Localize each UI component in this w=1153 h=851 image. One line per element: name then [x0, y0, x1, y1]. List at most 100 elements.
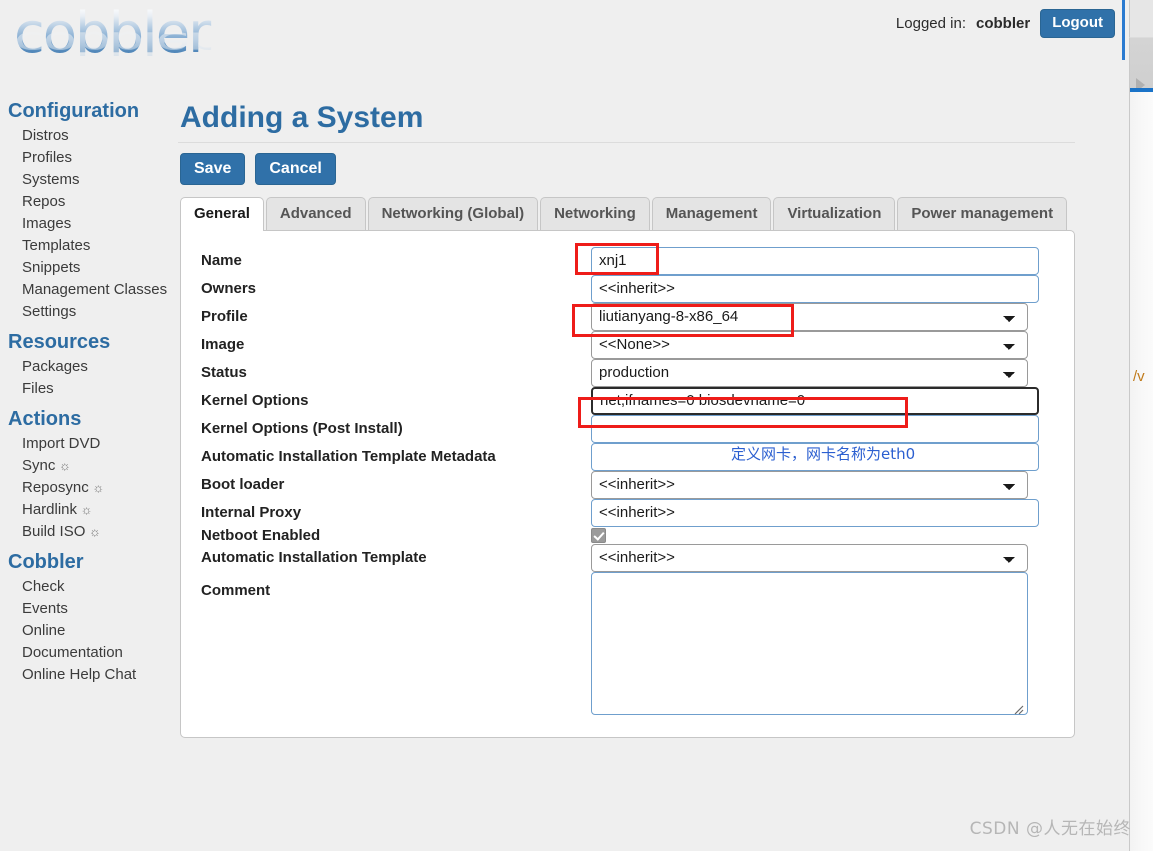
- login-bar: Logged in: cobbler Logout: [896, 9, 1115, 38]
- sidebar-item-events[interactable]: Events: [22, 598, 178, 620]
- label-image: Image: [201, 336, 245, 354]
- form-row-name: Name: [201, 246, 1054, 275]
- page-root: /v cobbler cobbler Logged in: cobbler Lo…: [0, 0, 1153, 851]
- sun-icon: ☼: [55, 458, 71, 473]
- sidebar-item-online[interactable]: Online: [22, 620, 178, 642]
- sidebar-item-label: Repos: [22, 193, 66, 210]
- kernel-options-input[interactable]: [591, 386, 1039, 415]
- sidebar-item-build-iso[interactable]: Build ISO ☼: [22, 521, 178, 543]
- label-auto-install-metadata: Automatic Installation Template Metadata: [201, 448, 496, 466]
- tab-power-management[interactable]: Power management: [897, 197, 1068, 230]
- boot-loader-select[interactable]: <<inherit>>: [591, 470, 1028, 499]
- sidebar-item-settings[interactable]: Settings: [22, 301, 178, 323]
- sidebar-group-title-configuration: Configuration: [8, 100, 140, 122]
- form-row-internal-proxy: Internal Proxy: [201, 498, 1054, 527]
- sidebar-item-management-classes[interactable]: Management Classes: [22, 279, 178, 301]
- sidebar-item-snippets[interactable]: Snippets: [22, 257, 178, 279]
- sidebar-item-repos[interactable]: Repos: [22, 191, 178, 213]
- system-form: Name Owners Profile liutianyang-8-x86_64…: [201, 246, 1054, 719]
- tab-virtualization[interactable]: Virtualization: [773, 197, 896, 230]
- form-row-netboot-enabled: Netboot Enabled: [201, 527, 1054, 544]
- watermark: CSDN @人无在始终: [969, 819, 1131, 839]
- sidebar-item-documentation[interactable]: Documentation: [22, 642, 178, 664]
- name-input[interactable]: [591, 246, 1039, 275]
- sidebar-group-title-cobbler: Cobbler: [8, 551, 84, 573]
- auto-install-template-select[interactable]: <<inherit>>: [591, 543, 1028, 572]
- netboot-enabled-checkbox[interactable]: [591, 528, 606, 544]
- sidebar-item-label: Management Classes: [22, 281, 168, 298]
- sidebar-item-images[interactable]: Images: [22, 213, 178, 235]
- sun-icon: ☼: [77, 502, 93, 517]
- tab-management[interactable]: Management: [651, 197, 772, 230]
- cobbler-logo[interactable]: cobbler cobbler: [14, 6, 244, 96]
- form-row-profile: Profile liutianyang-8-x86_64: [201, 302, 1054, 331]
- form-row-auto-install-metadata: Automatic Installation Template Metadata: [201, 442, 1054, 471]
- background-window-left-edge: [1122, 0, 1125, 60]
- tab-networking[interactable]: Networking: [540, 197, 650, 230]
- sidebar-item-check[interactable]: Check: [22, 576, 178, 598]
- sidebar-item-label: Events: [22, 600, 68, 617]
- form-row-owners: Owners: [201, 274, 1054, 303]
- auto-install-metadata-input[interactable]: [591, 442, 1039, 471]
- sidebar-item-label: Documentation: [22, 644, 123, 661]
- sidebar-item-label: Reposync: [22, 479, 89, 496]
- sidebar-item-profiles[interactable]: Profiles: [22, 147, 178, 169]
- tab-general[interactable]: General: [180, 197, 264, 231]
- sidebar-item-hardlink[interactable]: Hardlink ☼: [22, 499, 178, 521]
- owners-input[interactable]: [591, 274, 1039, 303]
- logout-button[interactable]: Logout: [1040, 9, 1115, 38]
- sidebar-item-label: Distros: [22, 127, 69, 144]
- form-action-buttons: Save Cancel: [180, 153, 1078, 186]
- sidebar-item-label: Online: [22, 622, 66, 639]
- sidebar-item-label: Packages: [22, 358, 88, 375]
- form-row-boot-loader: Boot loader <<inherit>>: [201, 470, 1054, 499]
- profile-select[interactable]: liutianyang-8-x86_64: [591, 302, 1028, 331]
- save-button[interactable]: Save: [180, 153, 246, 186]
- sidebar-item-sync[interactable]: Sync ☼: [22, 455, 178, 477]
- label-netboot-enabled: Netboot Enabled: [201, 526, 321, 544]
- page-title: Adding a System: [180, 101, 424, 134]
- sidebar-item-label: Hardlink: [22, 501, 78, 518]
- sidebar-item-label: Templates: [22, 237, 91, 254]
- comment-textarea-wrap: [591, 571, 1028, 719]
- label-comment: Comment: [201, 581, 271, 599]
- logo-reflection: cobbler: [14, 25, 244, 61]
- sidebar-item-reposync[interactable]: Reposync ☼: [22, 477, 178, 499]
- sidebar-item-online-help-chat[interactable]: Online Help Chat: [22, 664, 178, 686]
- logged-in-label: Logged in:: [895, 15, 966, 32]
- image-select[interactable]: <<None>>: [591, 330, 1028, 359]
- sidebar-item-files[interactable]: Files: [22, 378, 178, 400]
- sidebar-item-label: Sync: [22, 457, 56, 474]
- main-content: Adding a System Save Cancel General Advan…: [178, 100, 1078, 738]
- sidebar-item-templates[interactable]: Templates: [22, 235, 178, 257]
- sidebar-item-import-dvd[interactable]: Import DVD: [22, 433, 178, 455]
- sidebar-item-distros[interactable]: Distros: [22, 125, 178, 147]
- sidebar-item-label: Snippets: [22, 259, 81, 276]
- form-row-auto-install-template: Automatic Installation Template <<inheri…: [201, 543, 1054, 572]
- tab-advanced[interactable]: Advanced: [265, 197, 366, 230]
- sidebar-item-label: Files: [22, 380, 54, 397]
- sidebar-group-title-actions: Actions: [8, 408, 82, 430]
- background-window-accent-line: [1130, 88, 1153, 92]
- sidebar-item-label: Build ISO: [22, 523, 86, 540]
- sidebar-item-packages[interactable]: Packages: [22, 356, 178, 378]
- comment-textarea[interactable]: [591, 571, 1028, 715]
- sun-icon: ☼: [85, 524, 101, 539]
- logged-in-username: cobbler: [976, 15, 1031, 32]
- sidebar-item-label: Import DVD: [22, 435, 101, 452]
- general-tab-panel: Name Owners Profile liutianyang-8-x86_64…: [180, 229, 1075, 738]
- label-kernel-options: Kernel Options: [201, 392, 309, 410]
- form-row-kernel-options-post: Kernel Options (Post Install): [201, 414, 1054, 443]
- label-kernel-options-post: Kernel Options (Post Install): [201, 420, 403, 438]
- cancel-button[interactable]: Cancel: [255, 153, 336, 186]
- label-owners: Owners: [201, 280, 257, 298]
- tab-networking-global[interactable]: Networking (Global): [367, 197, 539, 230]
- sidebar-item-systems[interactable]: Systems: [22, 169, 178, 191]
- kernel-options-post-input[interactable]: [591, 414, 1039, 443]
- label-internal-proxy: Internal Proxy: [201, 504, 302, 522]
- status-select[interactable]: production: [591, 358, 1028, 387]
- background-window-toolbar: [1129, 0, 1153, 38]
- label-status: Status: [201, 364, 247, 382]
- internal-proxy-input[interactable]: [591, 498, 1039, 527]
- form-row-comment: Comment: [201, 571, 1054, 719]
